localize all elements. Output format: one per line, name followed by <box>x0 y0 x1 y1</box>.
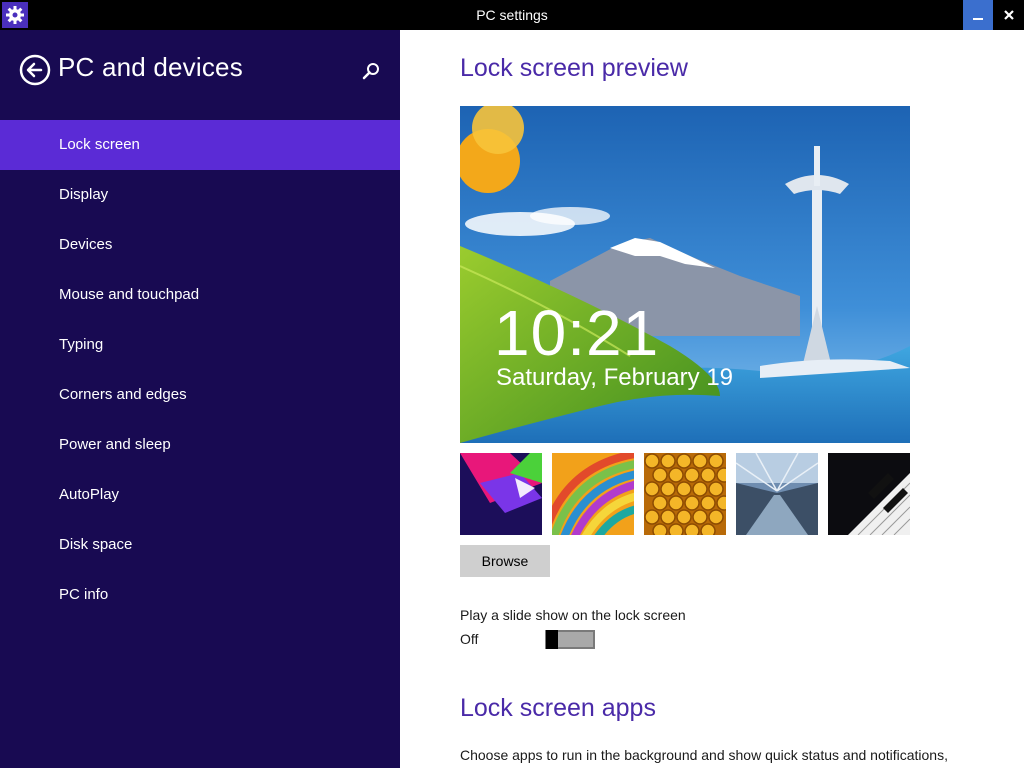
thumbnail-piano-keys[interactable] <box>828 453 910 535</box>
nav-item-pc-info[interactable]: PC info <box>0 570 400 620</box>
nav-item-corners-and-edges[interactable]: Corners and edges <box>0 370 400 420</box>
slideshow-toggle[interactable] <box>545 630 595 649</box>
preview-time: 10:21 <box>494 297 660 369</box>
browse-button[interactable]: Browse <box>460 545 550 577</box>
search-button[interactable] <box>360 60 382 82</box>
toggle-knob <box>546 630 558 649</box>
sidebar-header: PC and devices <box>0 30 400 120</box>
thumbnail-train-station[interactable] <box>736 453 818 535</box>
nav-item-autoplay[interactable]: AutoPlay <box>0 470 400 520</box>
thumbnail-abstract-geometric[interactable] <box>460 453 542 535</box>
slideshow-label: Play a slide show on the lock screen <box>460 607 686 623</box>
thumbnail-honeycomb[interactable] <box>644 453 726 535</box>
minimize-icon <box>973 18 983 20</box>
nav-item-typing[interactable]: Typing <box>0 320 400 370</box>
back-arrow-icon <box>19 54 51 86</box>
lock-screen-preview-image: 10:21 Saturday, February 19 <box>460 106 910 443</box>
lock-screen-preview-heading: Lock screen preview <box>460 54 688 82</box>
nav-item-lock-screen[interactable]: Lock screen <box>0 120 400 170</box>
section-title: PC and devices <box>58 52 243 82</box>
back-button[interactable] <box>19 54 51 86</box>
nav-item-display[interactable]: Display <box>0 170 400 220</box>
search-icon <box>362 63 379 80</box>
window-title: PC settings <box>476 7 548 23</box>
minimize-button[interactable] <box>963 0 993 30</box>
lock-screen-apps-heading: Lock screen apps <box>460 694 656 722</box>
lock-screen-apps-description: Choose apps to run in the background and… <box>460 747 948 763</box>
main-content: Lock screen preview 10:21 Saturday, Febr… <box>400 30 1024 768</box>
sidebar: PC and devices Lock screen Display Devic… <box>0 30 400 768</box>
close-icon <box>1004 10 1014 20</box>
nav-item-mouse-and-touchpad[interactable]: Mouse and touchpad <box>0 270 400 320</box>
nav-item-power-and-sleep[interactable]: Power and sleep <box>0 420 400 470</box>
settings-nav: Lock screen Display Devices Mouse and to… <box>0 120 400 620</box>
preview-date: Saturday, February 19 <box>496 364 734 391</box>
nav-item-devices[interactable]: Devices <box>0 220 400 270</box>
title-bar: PC settings <box>0 0 1024 30</box>
background-thumbnails <box>460 453 910 535</box>
slideshow-state: Off <box>460 631 479 647</box>
close-button[interactable] <box>994 0 1024 30</box>
nav-item-disk-space[interactable]: Disk space <box>0 520 400 570</box>
thumbnail-colorful-stripes[interactable] <box>552 453 634 535</box>
